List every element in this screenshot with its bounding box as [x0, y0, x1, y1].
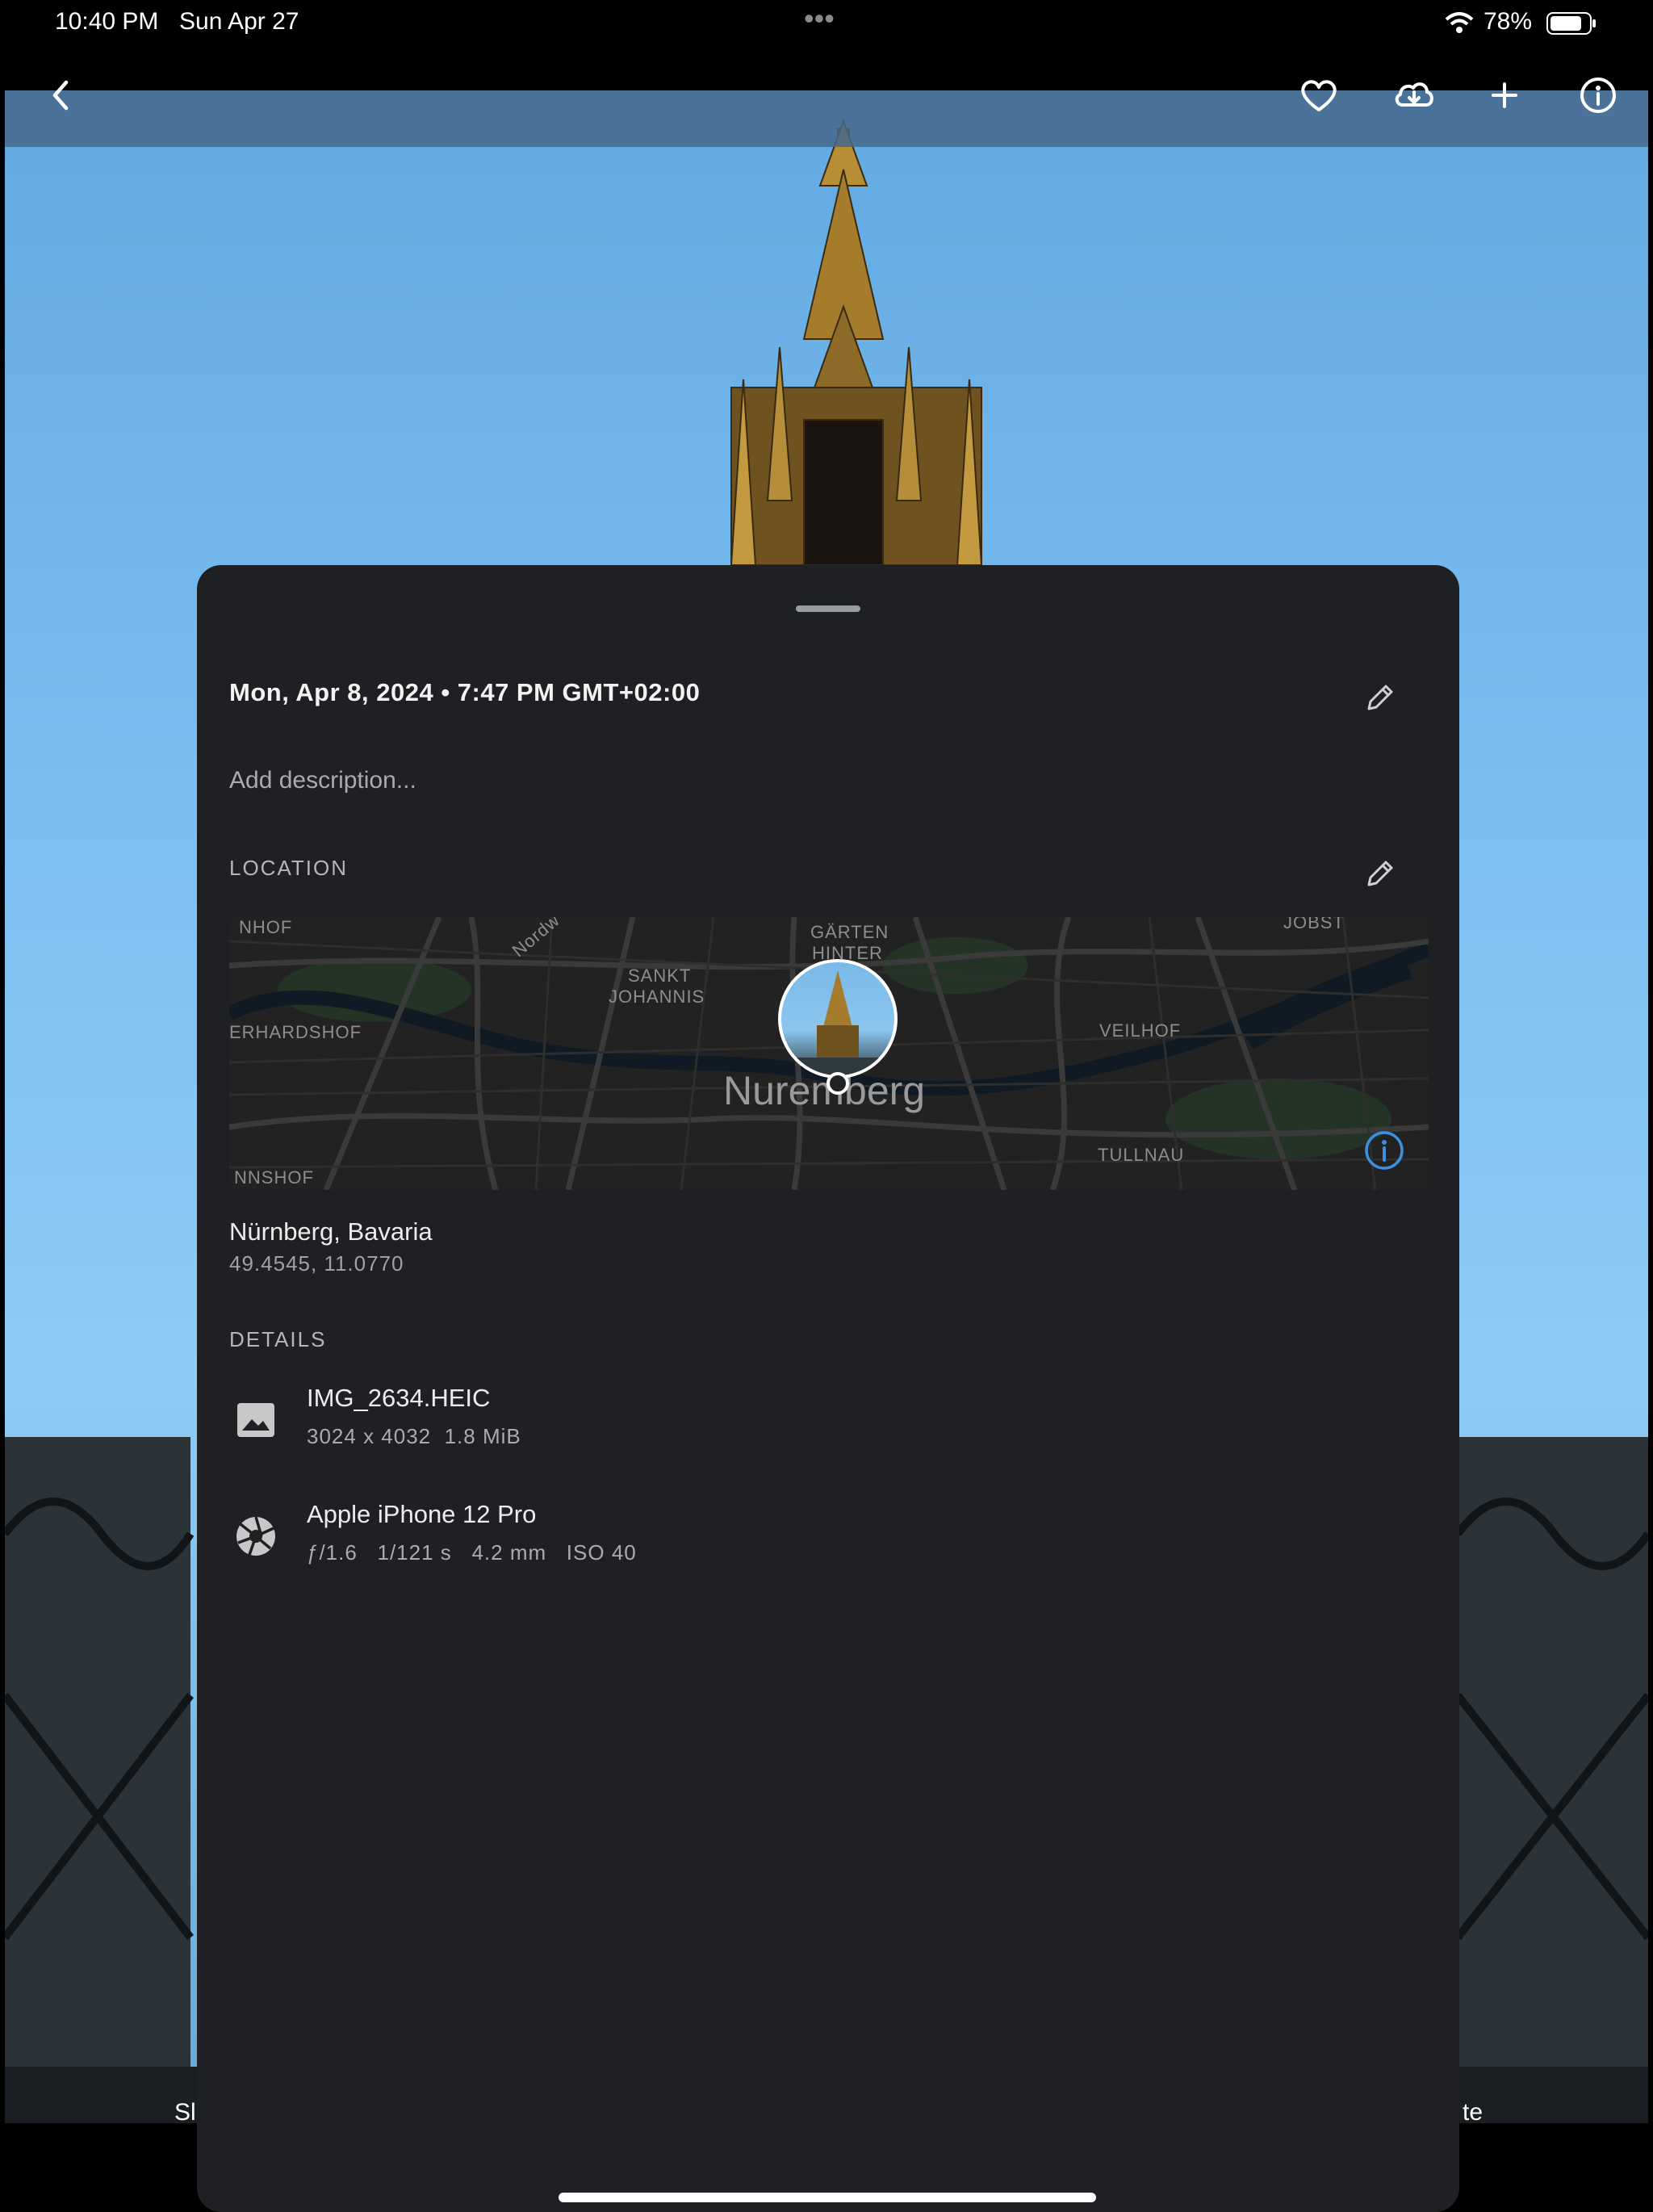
photo-partial-text-right: te [1463, 2099, 1484, 2123]
map-label-erhardshof: ERHARDSHOF [229, 1022, 362, 1042]
map-photo-pin[interactable] [778, 959, 898, 1079]
place-name: Nürnberg, Bavaria [229, 1217, 433, 1246]
location-map[interactable]: NHOF GÄRTEN HINTER SANKT JOHANNIS ERHARD… [229, 917, 1429, 1190]
map-label-jobst: JOBST [1283, 917, 1345, 932]
wifi-icon [1445, 11, 1474, 34]
info-icon[interactable] [1574, 71, 1622, 119]
pencil-icon[interactable] [1359, 677, 1401, 718]
info-sheet: Mon, Apr 8, 2024 • 7:47 PM GMT+02:00 Add… [197, 565, 1459, 2212]
photo-datetime: Mon, Apr 8, 2024 • 7:47 PM GMT+02:00 [229, 678, 701, 706]
home-indicator[interactable] [559, 2193, 1096, 2202]
place-coordinates: 49.4545, 11.0770 [229, 1251, 404, 1276]
pin-thumbnail [781, 970, 894, 1075]
plus-icon[interactable] [1480, 71, 1529, 119]
status-time: 10:40 PM [55, 8, 159, 35]
aperture-icon [232, 1513, 279, 1560]
camera-meta: ƒ/1.6 1/121 s 4.2 mm ISO 40 [307, 1540, 637, 1565]
multitasking-indicator[interactable]: ••• [804, 2, 835, 36]
battery-icon [1546, 11, 1598, 36]
camera-model: Apple iPhone 12 Pro [307, 1500, 537, 1528]
cloud-download-icon[interactable] [1390, 71, 1438, 119]
status-date: Sun Apr 27 [179, 8, 299, 35]
photo-partial-text-left: Sl [174, 2099, 196, 2123]
file-name: IMG_2634.HEIC [307, 1384, 491, 1412]
chevron-left-icon[interactable] [37, 71, 86, 119]
map-label-sankt: SANKT [628, 966, 692, 986]
map-label-johannis: JOHANNIS [609, 987, 705, 1007]
map-pin-tail [826, 1072, 849, 1095]
map-label-nnshof: NNSHOF [234, 1167, 314, 1188]
image-icon [232, 1397, 279, 1443]
edit-location-icon[interactable] [1359, 853, 1401, 894]
map-label-garten: GÄRTEN [810, 922, 889, 942]
location-header: LOCATION [229, 856, 348, 880]
description-input[interactable]: Add description... [229, 767, 416, 794]
map-info-icon[interactable] [1364, 1130, 1404, 1171]
map-label-veilhof: VEILHOF [1099, 1020, 1182, 1041]
heart-icon[interactable] [1295, 71, 1343, 119]
sheet-grabber[interactable] [796, 605, 860, 612]
details-header: DETAILS [229, 1327, 327, 1351]
battery-percent: 78% [1484, 8, 1533, 35]
map-label-tullnau: TULLNAU [1098, 1145, 1185, 1165]
file-meta: 3024 x 4032 1.8 MiB [307, 1424, 521, 1448]
map-label-nhof: NHOF [239, 917, 293, 937]
